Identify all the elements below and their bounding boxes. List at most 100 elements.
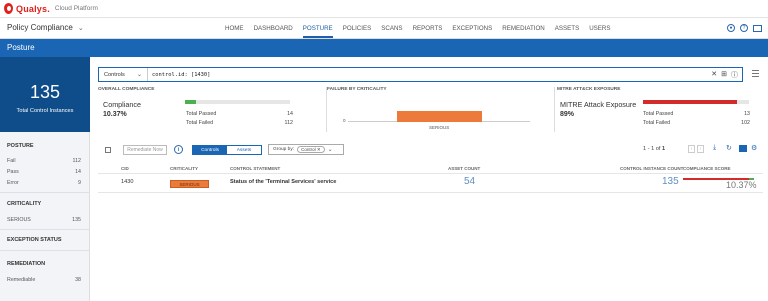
- exception-section-title: EXCEPTION STATUS: [7, 237, 62, 243]
- criticality-section-title: CRITICALITY: [7, 201, 42, 207]
- nav-users[interactable]: USERS: [589, 18, 610, 39]
- add-icon[interactable]: ⊞: [721, 70, 727, 80]
- nav-exceptions[interactable]: EXCEPTIONS: [452, 18, 492, 39]
- refresh-icon[interactable]: ↻: [726, 144, 732, 152]
- pagination-label: 1 - 1 of 1: [643, 146, 665, 152]
- stat-label: Total Failed: [186, 120, 214, 126]
- total-instances-value: 135: [29, 82, 61, 102]
- search-input[interactable]: control.id: [1430]: [152, 72, 210, 78]
- cell-instance-count[interactable]: 135: [662, 176, 679, 187]
- filter-label: Pass: [7, 169, 19, 175]
- total-passed-row: Total Passed 14: [186, 111, 293, 117]
- cell-cid: 1430: [121, 179, 134, 185]
- chevron-down-icon: ⌄: [77, 24, 84, 32]
- total-instances-card: 135 Total Control Instances: [0, 57, 90, 132]
- total-passed-row: Total Passed 13: [643, 111, 750, 117]
- tab-assets[interactable]: Assets: [227, 146, 261, 154]
- header-divider: [98, 173, 763, 174]
- nav-reports[interactable]: REPORTS: [413, 18, 443, 39]
- stat-value: 14: [287, 111, 293, 117]
- posture-error-row[interactable]: Error 9: [7, 180, 81, 186]
- compliance-percent: 10.37%: [103, 111, 127, 118]
- module-selector[interactable]: Policy Compliance ⌄: [7, 23, 84, 32]
- filter-label: Error: [7, 180, 19, 186]
- criticality-bar-label: SERIOUS: [429, 125, 450, 130]
- filter-count: 14: [75, 169, 81, 175]
- mitre-bar-fill: [643, 100, 738, 104]
- user-icon[interactable]: ●: [727, 24, 735, 32]
- total-failed-row: Total Failed 102: [643, 120, 750, 126]
- nav-policies[interactable]: POLICIES: [343, 18, 372, 39]
- close-icon[interactable]: ✕: [711, 70, 717, 80]
- page-header: Posture: [0, 39, 768, 57]
- pager-prefix: 1 - 1 of: [643, 146, 661, 152]
- group-by-select[interactable]: Group by: Control ✕ ⌄: [268, 144, 344, 155]
- nav-posture[interactable]: POSTURE: [302, 18, 333, 39]
- mitre-percent: 89%: [560, 111, 575, 118]
- compliance-bar-fill: [185, 100, 196, 104]
- criticality-serious-row[interactable]: SERIOUS 135: [7, 217, 81, 223]
- platform-name: Cloud Platform: [54, 5, 98, 12]
- search-actions: ✕ ⊞ ⓘ: [711, 70, 738, 80]
- mitre-bar: [643, 100, 749, 104]
- select-all-checkbox[interactable]: [105, 147, 111, 153]
- chevron-down-icon: ⌄: [136, 72, 142, 78]
- nav-home[interactable]: HOME: [225, 18, 244, 39]
- next-page-button[interactable]: ›: [697, 145, 704, 153]
- remediable-row[interactable]: Remediable 38: [7, 277, 81, 283]
- posture-fail-row[interactable]: Fail 112: [7, 158, 81, 164]
- filter-count: 38: [75, 277, 81, 283]
- module-name: Policy Compliance: [7, 23, 73, 32]
- top-icons: ● ?: [727, 24, 762, 32]
- criticality-badge: SERIOUS: [170, 180, 209, 188]
- stat-label: Total Failed: [643, 120, 671, 126]
- mail-icon[interactable]: [753, 25, 762, 32]
- posture-pass-row[interactable]: Pass 14: [7, 169, 81, 175]
- chart-icon[interactable]: [739, 145, 747, 152]
- page-title: Posture: [7, 43, 35, 52]
- qualys-logo[interactable]: Qualys. Cloud Platform: [4, 3, 98, 14]
- col-instance-count[interactable]: CONTROL INSTANCE COUNT: [620, 166, 683, 171]
- criticality-bar-serious[interactable]: [397, 111, 482, 122]
- tab-controls[interactable]: Controls: [193, 146, 227, 154]
- help-icon[interactable]: ?: [740, 24, 748, 32]
- help-icon[interactable]: ⓘ: [731, 70, 738, 80]
- group-by-chip[interactable]: Control ✕: [297, 146, 325, 153]
- cell-control-statement[interactable]: Status of the 'Terminal Services' servic…: [230, 179, 336, 185]
- col-cid[interactable]: CID: [121, 166, 129, 171]
- filter-label: Fail: [7, 158, 16, 164]
- settings-icon[interactable]: ⚙: [751, 144, 757, 152]
- search-scope-select[interactable]: Controls ⌄: [99, 68, 148, 81]
- widget-title: MITRE ATT&CK EXPOSURE: [557, 87, 621, 92]
- widget-name: MITRE Attack Exposure: [560, 100, 637, 109]
- col-asset-count[interactable]: ASSET COUNT: [448, 166, 480, 171]
- nav-dashboard[interactable]: DASHBOARD: [254, 18, 293, 39]
- download-icon[interactable]: ⤓: [713, 144, 716, 152]
- mitre-exposure-widget: MITRE ATT&CK EXPOSURE MITRE Attack Expos…: [555, 87, 763, 132]
- module-bar: Policy Compliance ⌄ HOME DASHBOARD POSTU…: [0, 18, 768, 39]
- menu-icon[interactable]: [752, 70, 759, 79]
- info-icon[interactable]: i: [174, 145, 183, 154]
- col-criticality[interactable]: CRITICALITY: [170, 166, 198, 171]
- divider: [0, 192, 90, 193]
- view-toggle: Controls Assets: [192, 145, 262, 155]
- prev-page-button[interactable]: ‹: [688, 145, 695, 153]
- remediate-now-button[interactable]: Remediate Now: [123, 145, 167, 155]
- posture-section-title: POSTURE: [7, 143, 34, 149]
- divider: [0, 229, 90, 230]
- cell-compliance-score: 10.37%: [726, 180, 757, 190]
- chip-label: Control: [301, 147, 316, 152]
- cell-asset-count[interactable]: 54: [464, 176, 475, 187]
- overall-compliance-widget: OVERALL COMPLIANCE Compliance 10.37% Tot…: [98, 87, 326, 132]
- close-icon[interactable]: ✕: [317, 147, 321, 153]
- row-divider: [98, 192, 763, 193]
- nav-remediation[interactable]: REMEDIATION: [502, 18, 545, 39]
- col-compliance-score[interactable]: COMPLIANCE SCORE: [683, 166, 731, 171]
- stat-label: Total Passed: [186, 111, 217, 117]
- col-control-statement[interactable]: CONTROL STATEMENT: [230, 166, 280, 171]
- nav-scans[interactable]: SCANS: [381, 18, 402, 39]
- brand-name: Qualys.: [16, 3, 50, 14]
- stat-value: 13: [744, 111, 750, 117]
- nav-assets[interactable]: ASSETS: [555, 18, 579, 39]
- filter-count: 9: [78, 180, 81, 186]
